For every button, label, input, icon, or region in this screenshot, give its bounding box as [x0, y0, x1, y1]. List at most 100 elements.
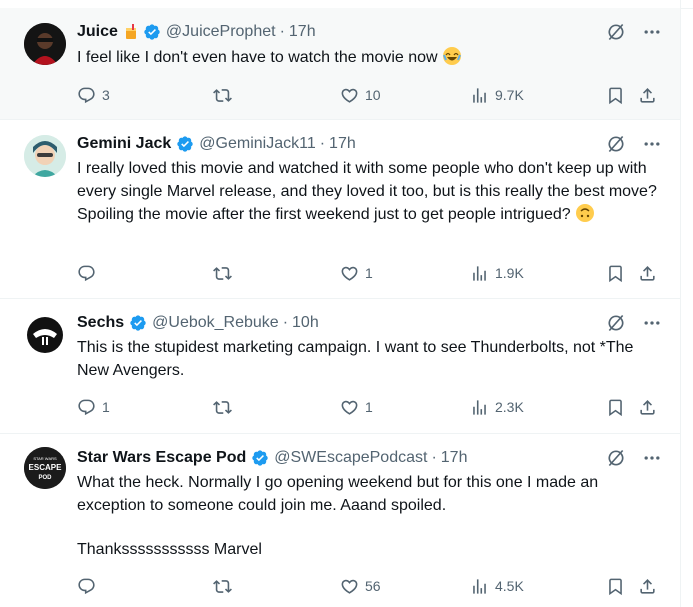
reply-icon [77, 86, 96, 105]
views-button[interactable]: 2.3K [470, 397, 524, 417]
like-count: 56 [365, 578, 381, 594]
juice-emoji-icon [124, 24, 138, 40]
bookmark-button[interactable] [606, 85, 625, 105]
avatar[interactable] [24, 23, 66, 65]
user-handle[interactable]: @Uebok_Rebuke [152, 314, 279, 332]
tweet-text-line: Thanksssssssssss Marvel [77, 541, 262, 558]
like-count: 10 [365, 87, 381, 103]
more-icon[interactable] [642, 448, 662, 468]
separator-dot: · [319, 135, 326, 152]
tweet-text: This is the stupidest marketing campaign… [77, 337, 667, 382]
reply-icon [77, 264, 96, 283]
views-icon [470, 264, 489, 283]
display-name[interactable]: Gemini Jack [77, 135, 171, 153]
like-count: 1 [365, 265, 373, 281]
bookmark-button[interactable] [606, 576, 625, 596]
reply-button[interactable] [77, 263, 102, 283]
share-button[interactable] [638, 85, 657, 105]
bookmark-icon [606, 264, 625, 283]
separator-dot: · [279, 23, 285, 40]
tweet-text-line: What the heck. Normally I go opening wee… [77, 474, 599, 514]
repost-icon [213, 398, 232, 417]
views-button[interactable]: 9.7K [470, 85, 524, 105]
reply-button[interactable] [77, 576, 102, 596]
like-count: 1 [365, 399, 373, 415]
views-icon [470, 398, 489, 417]
share-button[interactable] [638, 397, 657, 417]
verified-badge-icon [176, 135, 194, 153]
user-handle[interactable]: @GeminiJack11 [199, 135, 315, 153]
repost-button[interactable] [213, 576, 238, 596]
like-button[interactable]: 1 [340, 397, 373, 417]
tweet-actions: 56 4.5K [77, 576, 660, 596]
views-button[interactable]: 1.9K [470, 263, 524, 283]
bookmark-icon [606, 577, 625, 596]
grok-icon[interactable] [606, 22, 626, 42]
tweet-actions: 1 1 2.3K [77, 397, 660, 417]
like-icon [340, 398, 359, 417]
separator-dot: · [431, 449, 437, 466]
more-icon[interactable] [642, 22, 662, 42]
like-button[interactable]: 56 [340, 576, 381, 596]
grok-icon[interactable] [606, 313, 626, 333]
reply-button[interactable]: 3 [77, 85, 110, 105]
reply-count: 1 [102, 399, 110, 415]
tweet-top-actions [606, 313, 662, 333]
tweet[interactable]: Gemini Jack @GeminiJack11 · 17h I really… [0, 120, 680, 299]
more-icon[interactable] [642, 313, 662, 333]
tweet-top-actions [606, 22, 662, 42]
bookmark-button[interactable] [606, 263, 625, 283]
tweet-text: I really loved this movie and watched it… [77, 158, 667, 227]
avatar[interactable]: STAR WARS ESCAPE POD [24, 447, 66, 489]
views-icon [470, 577, 489, 596]
share-icon [638, 86, 657, 105]
share-icon [638, 264, 657, 283]
view-count: 2.3K [495, 399, 524, 415]
share-button[interactable] [638, 263, 657, 283]
user-handle[interactable]: @JuiceProphet [166, 23, 276, 41]
display-name[interactable]: Juice [77, 23, 118, 41]
grok-icon[interactable] [606, 134, 626, 154]
like-button[interactable]: 10 [340, 85, 381, 105]
like-icon [340, 86, 359, 105]
repost-button[interactable] [213, 263, 238, 283]
display-name[interactable]: Sechs [77, 314, 124, 332]
views-button[interactable]: 4.5K [470, 576, 524, 596]
view-count: 4.5K [495, 578, 524, 594]
repost-button[interactable] [213, 85, 238, 105]
tweet-header: Sechs @Uebok_Rebuke · 10h [77, 312, 319, 334]
grok-icon[interactable] [606, 448, 626, 468]
repost-button[interactable] [213, 397, 238, 417]
tweet[interactable]: STAR WARS ESCAPE POD Star Wars Escape Po… [0, 434, 680, 607]
timestamp[interactable]: 17h [329, 135, 356, 153]
tweet-text-line: This is the stupidest marketing campaign… [77, 339, 634, 379]
more-icon[interactable] [642, 134, 662, 154]
tweet-text-line: I really loved this movie and watched it… [77, 160, 657, 223]
repost-icon [213, 577, 232, 596]
user-handle[interactable]: @SWEscapePodcast [274, 449, 427, 467]
tweet-top-actions [606, 448, 662, 468]
reply-icon [77, 577, 96, 596]
bookmark-button[interactable] [606, 397, 625, 417]
timestamp[interactable]: 17h [441, 449, 468, 467]
timestamp[interactable]: 10h [292, 314, 319, 332]
timestamp[interactable]: 17h [289, 23, 316, 41]
verified-badge-icon [251, 449, 269, 467]
share-icon [638, 577, 657, 596]
upside-down-face-emoji-icon [575, 203, 595, 223]
share-icon [638, 398, 657, 417]
repost-icon [213, 86, 232, 105]
tweet[interactable]: Sechs @Uebok_Rebuke · 10h This is the st… [0, 299, 680, 434]
views-icon [470, 86, 489, 105]
display-name[interactable]: Star Wars Escape Pod [77, 449, 246, 467]
share-button[interactable] [638, 576, 657, 596]
tweet[interactable]: Juice @JuiceProphet · 17h I feel like I … [0, 8, 680, 120]
tweet-header: Star Wars Escape Pod @SWEscapePodcast · … [77, 447, 467, 469]
reply-button[interactable]: 1 [77, 397, 110, 417]
tweet-text-line: I feel like I don't even have to watch t… [77, 49, 438, 66]
tweet-actions: 1 1.9K [77, 263, 660, 283]
avatar[interactable] [24, 314, 66, 356]
laughing-emoji-icon [442, 46, 462, 66]
like-button[interactable]: 1 [340, 263, 373, 283]
avatar[interactable] [24, 135, 66, 177]
